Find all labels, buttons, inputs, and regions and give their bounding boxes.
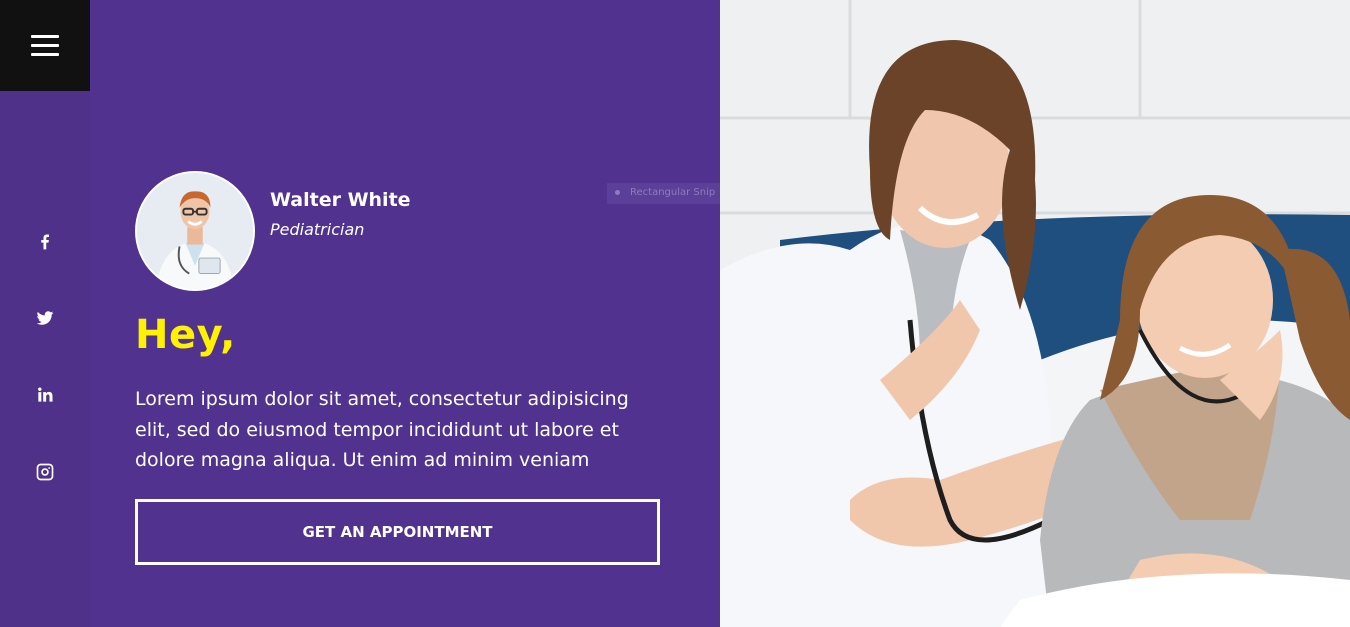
hamburger-icon — [31, 32, 59, 59]
greeting-heading: Hey, — [135, 312, 236, 358]
facebook-icon[interactable] — [32, 228, 58, 254]
instagram-icon[interactable] — [32, 459, 58, 485]
hero-description: Lorem ipsum dolor sit amet, consectetur … — [135, 388, 629, 471]
get-appointment-button[interactable]: GET AN APPOINTMENT — [135, 499, 660, 565]
menu-button[interactable] — [0, 0, 90, 91]
tooltip-label: Rectangular Snip — [630, 187, 716, 198]
profile-text: Walter White Pediatrician — [270, 189, 411, 239]
linkedin-icon[interactable] — [32, 382, 58, 408]
hero-photo — [720, 0, 1350, 627]
doctor-name: Walter White — [270, 189, 411, 211]
left-panel: Walter White Pediatrician Hey, Lorem ips… — [0, 0, 720, 627]
twitter-icon[interactable] — [32, 305, 58, 331]
social-sidebar — [0, 91, 90, 627]
doctor-profile: Walter White Pediatrician — [135, 171, 411, 291]
avatar — [135, 171, 255, 291]
dot-icon — [615, 189, 620, 195]
doctor-role: Pediatrician — [270, 220, 365, 239]
